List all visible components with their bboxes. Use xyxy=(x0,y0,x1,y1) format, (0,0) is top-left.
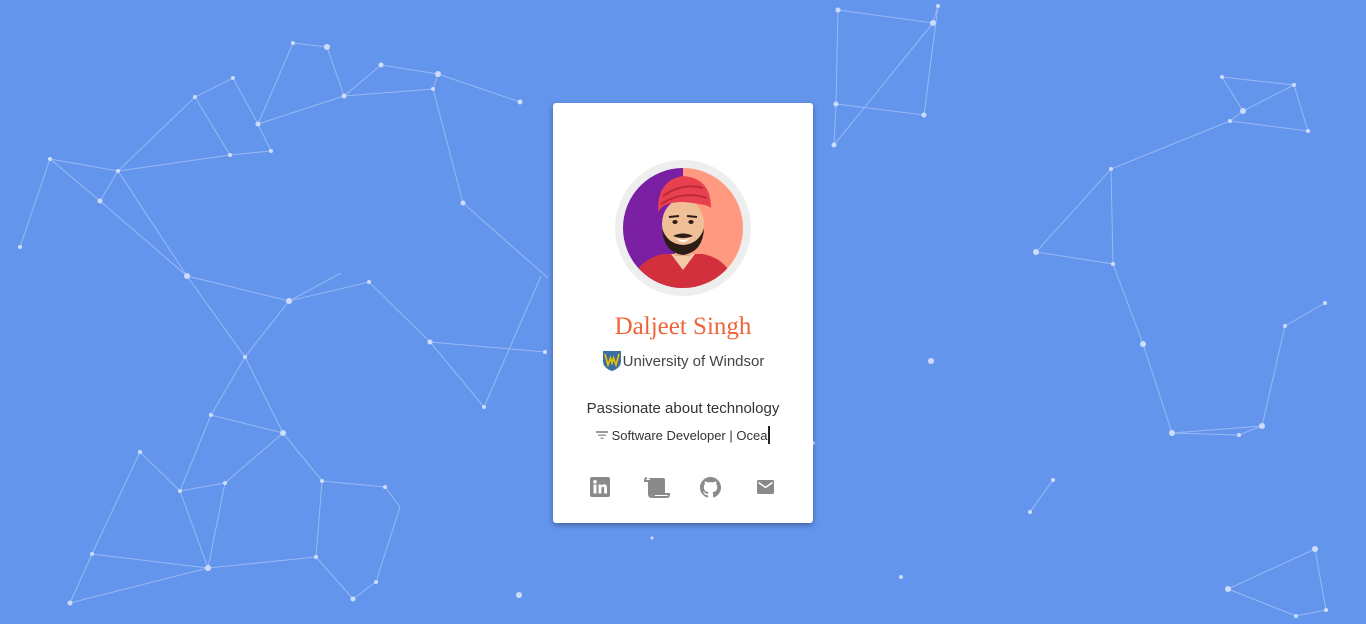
linkedin-link[interactable] xyxy=(588,475,612,499)
resume-link[interactable] xyxy=(643,475,671,499)
typed-roles-text: Software Developer | Ocea xyxy=(611,427,768,443)
university-line: University of Windsor xyxy=(553,350,813,372)
typing-cursor xyxy=(768,426,771,444)
linkedin-icon xyxy=(590,477,610,497)
email-link[interactable] xyxy=(753,475,777,499)
avatar-ring xyxy=(615,160,751,296)
avatar xyxy=(623,168,743,288)
profile-name: Daljeet Singh xyxy=(614,313,752,340)
profile-card: Daljeet Singh University of Windsor Pass… xyxy=(553,103,813,523)
email-icon xyxy=(756,480,774,494)
university-name: University of Windsor xyxy=(622,352,765,370)
filter-icon xyxy=(595,431,608,439)
profile-tagline: Passionate about technology xyxy=(586,400,780,417)
resume-scroll-icon xyxy=(644,477,670,498)
university-shield-icon xyxy=(602,351,621,371)
typed-roles-line: Software Developer | Ocea xyxy=(553,426,813,444)
github-link[interactable] xyxy=(698,475,722,499)
github-icon xyxy=(699,476,721,497)
avatar-illustration xyxy=(623,168,743,288)
